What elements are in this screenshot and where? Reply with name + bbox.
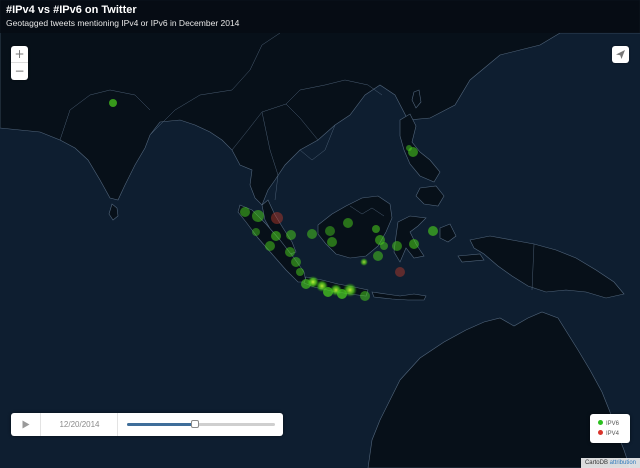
ipv6-tweet-dot[interactable] (271, 231, 281, 241)
ipv6-tweet-dot[interactable] (109, 99, 117, 107)
time-slider-fill (127, 423, 196, 426)
legend-label: IPV6 (606, 421, 620, 427)
minus-icon: − (14, 64, 25, 78)
ipv4-tweet-dot[interactable] (395, 267, 405, 277)
ipv6-tweet-dot[interactable] (291, 257, 301, 267)
ipv6-tweet-dot[interactable] (380, 242, 388, 250)
zoom-in-button[interactable]: + (11, 46, 28, 63)
legend-item-ipv4: IPV4 (598, 429, 630, 439)
ipv6-tweet-dot[interactable] (252, 228, 260, 236)
ipv6-tweet-dot[interactable] (343, 218, 353, 228)
ipv6-tweet-dot[interactable] (392, 241, 402, 251)
time-slider-track[interactable] (127, 420, 275, 428)
basemap[interactable] (0, 0, 640, 468)
ipv6-tweet-dot[interactable] (307, 229, 317, 239)
ipv6-tweet-dot[interactable] (428, 226, 438, 236)
zoom-control: + − (11, 46, 28, 80)
attribution-link[interactable]: attribution (610, 460, 636, 466)
ipv6-tweet-dot[interactable] (373, 251, 383, 261)
map-header: #IPv4 vs #IPv6 on Twitter Geotagged twee… (0, 0, 640, 33)
legend-swatch-ipv6 (598, 420, 603, 425)
ipv6-tweet-dot[interactable] (360, 291, 370, 301)
legend-label: IPV4 (606, 431, 620, 437)
ipv6-tweet-dot[interactable] (265, 241, 275, 251)
ipv6-tweet-dot[interactable] (360, 258, 368, 266)
play-button[interactable] (11, 413, 41, 436)
page-title: #IPv4 vs #IPv6 on Twitter (6, 4, 137, 16)
ipv6-tweet-dot[interactable] (323, 287, 333, 297)
ipv6-tweet-dot[interactable] (372, 225, 380, 233)
time-slider-panel: 12/20/2014 (11, 413, 283, 436)
current-date: 12/20/2014 (42, 413, 118, 436)
attribution-text: CartoDB (584, 460, 608, 466)
paper-plane-icon (616, 50, 625, 59)
ipv6-tweet-dot[interactable] (409, 239, 419, 249)
plus-icon: + (14, 47, 25, 61)
ipv6-tweet-dot[interactable] (286, 230, 296, 240)
ipv6-tweet-dot[interactable] (301, 279, 311, 289)
ipv6-tweet-dot[interactable] (240, 207, 250, 217)
ipv6-tweet-dot[interactable] (406, 145, 412, 151)
page-subtitle: Geotagged tweets mentioning IPv4 or IPv6… (6, 18, 240, 28)
ipv6-tweet-dot[interactable] (327, 237, 337, 247)
attribution: CartoDB attribution (581, 458, 640, 468)
legend: IPV6 IPV4 (590, 414, 630, 443)
ipv4-tweet-dot[interactable] (271, 212, 283, 224)
legend-swatch-ipv4 (598, 430, 603, 435)
zoom-out-button[interactable]: − (11, 63, 28, 80)
play-icon (22, 420, 30, 429)
share-button[interactable] (612, 46, 629, 63)
ipv6-tweet-dot[interactable] (337, 289, 347, 299)
ipv6-tweet-dot[interactable] (296, 268, 304, 276)
time-slider-handle[interactable] (191, 420, 200, 428)
ipv6-tweet-dot[interactable] (325, 226, 335, 236)
ipv6-tweet-dot[interactable] (285, 247, 295, 257)
ipv6-tweet-dot[interactable] (252, 210, 264, 222)
legend-item-ipv6: IPV6 (598, 419, 630, 429)
